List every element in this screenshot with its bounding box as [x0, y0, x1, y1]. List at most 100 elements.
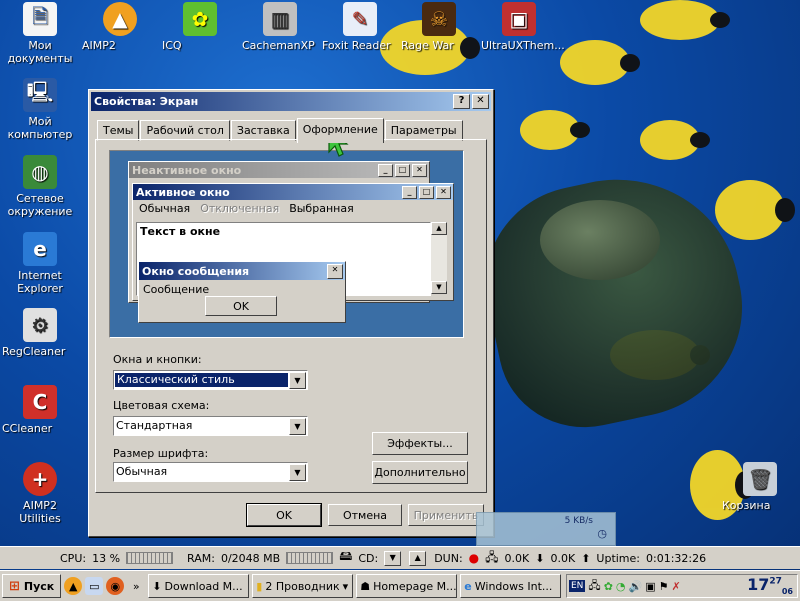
- uptime-label: Uptime:: [596, 551, 640, 565]
- quicklaunch-aimp-icon[interactable]: ▲: [64, 577, 83, 595]
- desktop-icon-label: Корзина: [722, 499, 771, 512]
- windows-buttons-label: Окна и кнопки:: [113, 353, 202, 366]
- help-button[interactable]: ?: [453, 94, 470, 109]
- clock[interactable]: 172706: [747, 575, 793, 596]
- chevron-down-icon[interactable]: ▼: [289, 371, 306, 389]
- download-rate: 0.0K: [504, 551, 530, 565]
- desktop-icon-ie[interactable]: e Internet Explorer: [2, 232, 78, 295]
- tray-icq-icon[interactable]: ✿: [604, 580, 613, 593]
- windows-buttons-select[interactable]: Классический стиль ▼: [113, 370, 308, 390]
- desktop-icon-recycle-bin[interactable]: 🗑 Корзина: [722, 462, 798, 512]
- preview-window-text: Текст в окне: [140, 225, 221, 238]
- system-monitor-bar: CPU: 13 % RAM: 0/2048 MB 🖴 CD: ▼ ▲ DUN: …: [0, 546, 800, 569]
- desktop-icon-network[interactable]: ◍ Сетевое окружение: [2, 155, 78, 218]
- tab-appearance[interactable]: Оформление: [296, 118, 384, 143]
- desktop-icon-aimp2[interactable]: ▲ AIMP2: [82, 2, 158, 52]
- quicklaunch-show-desktop-icon[interactable]: ▭: [85, 577, 104, 595]
- cancel-button[interactable]: Отмена: [328, 504, 402, 526]
- tab-desktop[interactable]: Рабочий стол: [140, 120, 230, 141]
- preview-ok-button: OK: [205, 296, 277, 316]
- taskbar-item-homepage[interactable]: ☗ Homepage M...: [356, 574, 458, 598]
- desktop-icon-rage-war[interactable]: ☠ Rage War: [401, 2, 477, 52]
- start-label: Пуск: [23, 579, 55, 593]
- tray-flag-icon[interactable]: ⚑: [659, 580, 669, 593]
- maximize-icon: □: [419, 185, 434, 199]
- desktop-icon-ccleaner[interactable]: C CCleaner: [2, 385, 78, 435]
- desktop-icon-label: Мои документы: [7, 39, 73, 65]
- appearance-preview: Неактивное окно _ □ ✕ Активное окно _ □ …: [109, 150, 464, 338]
- minimize-icon: _: [378, 163, 393, 177]
- apply-button[interactable]: Применить: [408, 504, 484, 526]
- desktop-icon-label: AIMP2 Utilities: [19, 499, 61, 525]
- clock-second: 06: [781, 587, 793, 597]
- taskbar-item-label: Download M...: [164, 579, 243, 593]
- font-size-value: Обычная: [116, 465, 168, 478]
- desktop-icon-icq[interactable]: ✿ ICQ: [162, 2, 238, 52]
- quicklaunch-firefox-icon[interactable]: ◉: [106, 577, 125, 595]
- drive-icon: 🖴: [339, 549, 353, 564]
- cpu-label: CPU:: [60, 551, 87, 565]
- taskbar-item-explorer[interactable]: ▮ 2 Проводник ▾: [252, 574, 354, 598]
- desktop-icon-aimp2-utilities[interactable]: + AIMP2 Utilities: [2, 462, 78, 525]
- preview-message-title: Окно сообщения: [142, 264, 250, 278]
- fish-decoration: [640, 120, 710, 160]
- close-icon: ✕: [412, 163, 427, 177]
- close-button[interactable]: ✕: [472, 94, 489, 109]
- ie-icon: e: [464, 579, 472, 593]
- windows-buttons-value: Классический стиль: [115, 373, 288, 387]
- desktop-icon-label: Сетевое окружение: [7, 192, 73, 218]
- desktop-icon-label: Мой компьютер: [7, 115, 73, 141]
- desktop-icon-label: Internet Explorer: [17, 269, 63, 295]
- tab-themes[interactable]: Темы: [97, 120, 140, 141]
- tray-speaker-icon[interactable]: 🔊: [629, 580, 643, 593]
- chevron-right-icon[interactable]: »: [127, 577, 145, 595]
- color-scheme-select[interactable]: Стандартная ▼: [113, 416, 308, 436]
- ram-label: RAM:: [187, 551, 215, 565]
- download-master-icon: ⬇: [152, 579, 162, 593]
- cd-eject-icon[interactable]: ▼: [384, 550, 402, 566]
- dialog-titlebar[interactable]: Свойства: Экран ? ✕: [91, 92, 491, 111]
- desktop-icon-ultrauxtheme[interactable]: ▣ UltraUXThem...: [481, 2, 565, 52]
- advanced-button[interactable]: Дополнительно: [372, 461, 468, 484]
- cachemanxp-icon: ▥: [263, 2, 297, 36]
- preview-scrollbar: ▲ ▼: [431, 222, 447, 294]
- desktop-icon-regcleaner[interactable]: ⚙ RegCleaner: [2, 308, 78, 358]
- my-documents-icon: 🗎: [23, 2, 57, 36]
- display-properties-dialog: Свойства: Экран ? ✕ Темы Рабочий стол За…: [88, 89, 494, 537]
- desktop-icon-my-computer[interactable]: 🖳 Мой компьютер: [2, 78, 78, 141]
- desktop-icon-label: UltraUXThem...: [481, 39, 565, 52]
- regcleaner-icon: ⚙: [23, 308, 57, 342]
- chevron-down-icon[interactable]: ▼: [289, 417, 306, 435]
- tray-monitor-icon[interactable]: ▣: [645, 580, 655, 593]
- chevron-down-icon[interactable]: ▼: [289, 463, 306, 481]
- taskbar-item-label: Homepage M...: [373, 579, 457, 593]
- preview-menu-bar: Обычная Отключенная Выбранная: [133, 200, 453, 217]
- homepage-icon: ☗: [360, 579, 371, 593]
- maximize-icon: □: [395, 163, 410, 177]
- tab-screensaver[interactable]: Заставка: [230, 120, 296, 141]
- start-button[interactable]: ⊞ Пуск: [2, 574, 62, 598]
- tray-refresh-icon[interactable]: ◔: [616, 580, 626, 593]
- font-size-select[interactable]: Обычная ▼: [113, 462, 308, 482]
- desktop-icon-foxit[interactable]: ✎ Foxit Reader: [322, 2, 398, 52]
- cd-load-icon[interactable]: ▲: [409, 550, 427, 566]
- tray-network-icon[interactable]: 🖧: [588, 577, 600, 596]
- effects-button[interactable]: Эффекты...: [372, 432, 468, 455]
- dun-label: DUN:: [434, 551, 463, 565]
- desktop-icon-cachemanxp[interactable]: ▥ CachemanXP: [242, 2, 318, 52]
- desktop-icon-my-documents[interactable]: 🗎 Мои документы: [2, 2, 78, 65]
- taskbar-item-download-master[interactable]: ⬇ Download M...: [148, 574, 250, 598]
- desktop-icon-label: AIMP2: [82, 39, 116, 52]
- tray-tools-icon[interactable]: ✗: [672, 580, 681, 593]
- language-indicator[interactable]: EN: [569, 580, 586, 592]
- ok-button[interactable]: OK: [246, 503, 322, 527]
- taskbar-item-windows-internet[interactable]: e Windows Int...: [460, 574, 562, 598]
- fish-decoration: [715, 180, 795, 240]
- preview-message-titlebar: Окно сообщения ✕: [139, 262, 345, 280]
- uptime-value: 0:01:32:26: [646, 551, 707, 565]
- net-speed-label: 5 KB/s: [564, 516, 593, 526]
- ultrauxtheme-icon: ▣: [502, 2, 536, 36]
- desktop-icon-label: Rage War: [401, 39, 454, 52]
- tab-settings[interactable]: Параметры: [384, 120, 463, 141]
- desktop-icon-label: RegCleaner: [2, 345, 66, 358]
